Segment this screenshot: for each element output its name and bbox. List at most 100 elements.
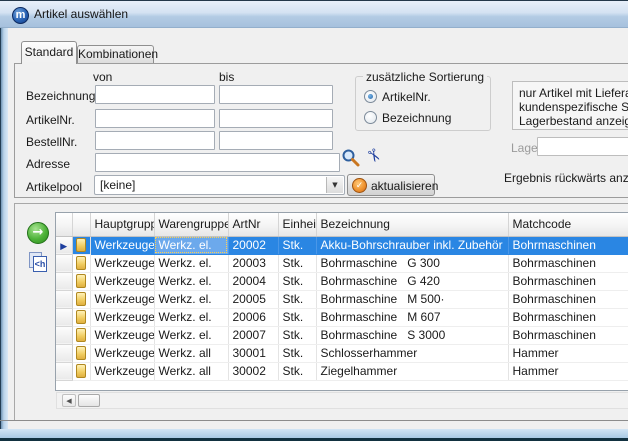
cell-einheit[interactable]: Stk.	[278, 362, 316, 380]
cell-hauptgruppe[interactable]: Werkzeuge	[90, 326, 154, 344]
article-icon	[76, 364, 86, 378]
row-icon-cell[interactable]	[72, 272, 90, 290]
cell-hauptgruppe[interactable]: Werkzeuge	[90, 272, 154, 290]
export-button[interactable]: <h	[29, 252, 48, 273]
cell-einheit[interactable]: Stk.	[278, 326, 316, 344]
row-selector[interactable]	[56, 308, 72, 326]
label-bezeichnung: Bezeichnung	[26, 89, 95, 103]
cell-matchcode[interactable]: Hammer	[508, 362, 628, 380]
cell-warengruppe[interactable]: Werkz. el.	[154, 326, 228, 344]
radio-artikelnr[interactable]	[364, 90, 377, 103]
cell-hauptgruppe[interactable]: Werkzeuge	[90, 236, 154, 254]
row-icon-cell[interactable]	[72, 344, 90, 362]
cell-einheit[interactable]: Stk.	[278, 272, 316, 290]
horizontal-scrollbar[interactable]: ◀	[56, 392, 628, 409]
lagerort-input[interactable]	[537, 137, 628, 156]
cell-matchcode[interactable]: Bohrmaschinen	[508, 290, 628, 308]
header-hauptgruppe[interactable]: Hauptgruppe	[90, 213, 154, 236]
cell-artnr[interactable]: 20002	[228, 236, 278, 254]
row-selector[interactable]	[56, 290, 72, 308]
cell-einheit[interactable]: Stk.	[278, 236, 316, 254]
header-artnr[interactable]: ArtNr	[228, 213, 278, 236]
artikelpool-select[interactable]: [keine] ▼	[94, 175, 345, 195]
cell-artnr[interactable]: 20005	[228, 290, 278, 308]
cell-bezeichnung[interactable]: Schlosserhammer	[316, 344, 508, 362]
cell-einheit[interactable]: Stk.	[278, 290, 316, 308]
row-icon-cell[interactable]	[72, 254, 90, 272]
row-selector[interactable]	[56, 326, 72, 344]
cell-warengruppe[interactable]: Werkz. all	[154, 344, 228, 362]
cell-matchcode[interactable]: Bohrmaschinen	[508, 326, 628, 344]
cell-einheit[interactable]: Stk.	[278, 344, 316, 362]
option-kundenspezifische-suche[interactable]: kundenspezifische Suche	[519, 100, 628, 113]
titlebar[interactable]: m Artikel auswählen	[0, 0, 628, 28]
cell-artnr[interactable]: 30001	[228, 344, 278, 362]
cell-hauptgruppe[interactable]: Werkzeuge	[90, 254, 154, 272]
scroll-left-icon[interactable]: ◀	[62, 394, 76, 407]
cell-einheit[interactable]: Stk.	[278, 308, 316, 326]
header-matchcode[interactable]: Matchcode	[508, 213, 628, 236]
row-icon-cell[interactable]	[72, 290, 90, 308]
row-selector[interactable]	[56, 272, 72, 290]
header-warengruppe[interactable]: Warengruppe	[154, 213, 228, 236]
cell-artnr[interactable]: 20006	[228, 308, 278, 326]
table-row: Werkzeuge Werkz. el. 20003 Stk. Bohrmasc…	[56, 254, 628, 272]
cell-warengruppe[interactable]: Werkz. el.	[154, 272, 228, 290]
cell-artnr[interactable]: 20003	[228, 254, 278, 272]
cell-artnr[interactable]: 30002	[228, 362, 278, 380]
row-icon-cell[interactable]	[72, 308, 90, 326]
cell-hauptgruppe[interactable]: Werkzeuge	[90, 344, 154, 362]
cell-warengruppe[interactable]: Werkz. el.	[154, 290, 228, 308]
tab-standard[interactable]: Standard	[21, 41, 77, 64]
artikelnr-bis-input[interactable]	[219, 109, 333, 128]
adresse-input[interactable]	[95, 153, 340, 172]
cell-hauptgruppe[interactable]: Werkzeuge	[90, 308, 154, 326]
row-selector[interactable]	[56, 362, 72, 380]
row-icon-cell[interactable]	[72, 362, 90, 380]
header-einheit[interactable]: Einheit	[278, 213, 316, 236]
table-row: Werkzeuge Werkz. el. 20006 Stk. Bohrmasc…	[56, 308, 628, 326]
cell-warengruppe[interactable]: Werkz. el.	[154, 308, 228, 326]
go-button[interactable]: →	[27, 222, 49, 244]
cell-warengruppe[interactable]: Werkz. all	[154, 362, 228, 380]
bezeichnung-von-input[interactable]	[95, 85, 215, 104]
row-icon-cell[interactable]	[72, 326, 90, 344]
cell-warengruppe-focused[interactable]: Werkz. el.	[154, 236, 228, 254]
cell-hauptgruppe[interactable]: Werkzeuge	[90, 362, 154, 380]
cell-bezeichnung[interactable]: Bohrmaschine M 607	[316, 308, 508, 326]
tab-kombinationen[interactable]: Kombinationen	[77, 45, 154, 63]
cell-matchcode[interactable]: Bohrmaschinen	[508, 236, 628, 254]
chevron-down-icon[interactable]: ▼	[326, 177, 343, 193]
cell-matchcode[interactable]: Bohrmaschinen	[508, 254, 628, 272]
cell-bezeichnung[interactable]: Bohrmaschine G 420	[316, 272, 508, 290]
cell-warengruppe[interactable]: Werkz. el.	[154, 254, 228, 272]
search-icon[interactable]	[341, 148, 361, 168]
option-ergebnis-rueckwaerts[interactable]: Ergebnis rückwärts anzeigen	[504, 171, 628, 185]
cell-bezeichnung[interactable]: Bohrmaschine M 500·	[316, 290, 508, 308]
row-selector[interactable]: ▶	[56, 236, 72, 254]
cell-bezeichnung[interactable]: Bohrmaschine S 3000	[316, 326, 508, 344]
cell-artnr[interactable]: 20004	[228, 272, 278, 290]
cell-bezeichnung[interactable]: Akku-Bohrschrauber inkl. Zubehör	[316, 236, 508, 254]
row-icon-cell[interactable]	[72, 236, 90, 254]
bestellnr-von-input[interactable]	[95, 131, 215, 150]
cell-hauptgruppe[interactable]: Werkzeuge	[90, 290, 154, 308]
cell-matchcode[interactable]: Hammer	[508, 344, 628, 362]
option-nur-artikel-mit-lieferanten[interactable]: nur Artikel mit Lieferanten	[519, 86, 628, 99]
radio-bezeichnung[interactable]	[364, 111, 377, 124]
row-selector[interactable]	[56, 344, 72, 362]
cell-bezeichnung[interactable]: Bohrmaschine G 300	[316, 254, 508, 272]
aktualisieren-button[interactable]: ✓ aktualisieren	[347, 174, 435, 196]
bezeichnung-bis-input[interactable]	[219, 85, 333, 104]
cell-matchcode[interactable]: Bohrmaschinen	[508, 308, 628, 326]
scrollbar-thumb[interactable]	[78, 394, 100, 407]
cell-einheit[interactable]: Stk.	[278, 254, 316, 272]
bestellnr-bis-input[interactable]	[219, 131, 333, 150]
header-bezeichnung[interactable]: Bezeichnung	[316, 213, 508, 236]
row-selector[interactable]	[56, 254, 72, 272]
cell-artnr[interactable]: 20007	[228, 326, 278, 344]
cell-bezeichnung[interactable]: Ziegelhammer	[316, 362, 508, 380]
cell-matchcode[interactable]: Bohrmaschinen	[508, 272, 628, 290]
artikelnr-von-input[interactable]	[95, 109, 215, 128]
option-lagerbestand-anzeigen[interactable]: Lagerbestand anzeigen	[519, 114, 628, 127]
